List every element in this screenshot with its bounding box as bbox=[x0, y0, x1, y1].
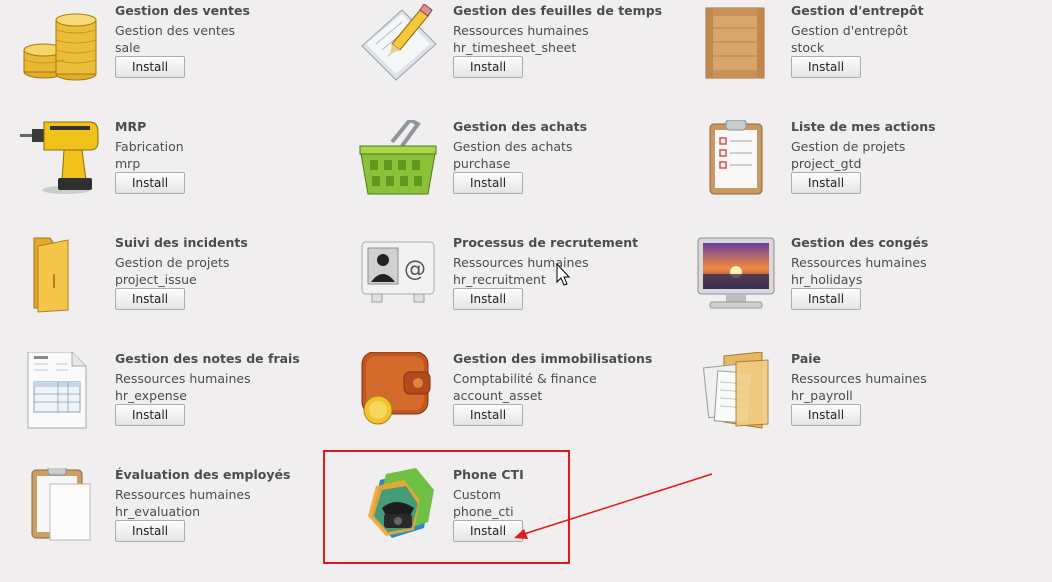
module-card-stock: Gestion d'entrepôt Gestion d'entrepôt st… bbox=[705, 3, 1036, 104]
module-title: Gestion des feuilles de temps bbox=[453, 3, 663, 18]
module-card-project-gtd: Liste de mes actions Gestion de projets … bbox=[706, 119, 1036, 220]
module-technical-name: hr_evaluation bbox=[115, 504, 201, 519]
invoice-document-icon bbox=[27, 352, 87, 429]
module-card-hr-timesheet-sheet: Gestion des feuilles de temps Ressources… bbox=[361, 3, 698, 104]
module-card-hr-recruitment: @ Processus de recrutement Ressources hu… bbox=[361, 235, 698, 336]
contact-card-icon: @ bbox=[361, 241, 435, 303]
module-technical-name: account_asset bbox=[453, 388, 543, 403]
module-title: Processus de recrutement bbox=[453, 235, 639, 250]
module-card-account-asset: Gestion des immobilisations Comptabilité… bbox=[361, 351, 698, 452]
module-category: Gestion d'entrepôt bbox=[791, 23, 908, 38]
coins-stack-icon bbox=[23, 13, 97, 81]
install-button[interactable]: Install bbox=[115, 288, 185, 310]
module-card-hr-payroll: Paie Ressources humaines hr_payroll Inst… bbox=[702, 351, 1036, 452]
module-title: Évaluation des employés bbox=[115, 467, 291, 482]
module-technical-name: sale bbox=[115, 40, 141, 55]
module-category: Gestion des achats bbox=[453, 139, 573, 154]
module-category: Ressources humaines bbox=[791, 371, 927, 386]
install-button[interactable]: Install bbox=[115, 172, 185, 194]
module-technical-name: project_gtd bbox=[791, 156, 862, 171]
module-category: Comptabilité & finance bbox=[453, 371, 597, 386]
install-button[interactable]: Install bbox=[791, 56, 861, 78]
install-button[interactable]: Install bbox=[453, 288, 523, 310]
module-title: Gestion des immobilisations bbox=[453, 351, 653, 366]
install-button[interactable]: Install bbox=[453, 172, 523, 194]
module-technical-name: mrp bbox=[115, 156, 141, 171]
module-title: Gestion des ventes bbox=[115, 3, 250, 18]
power-drill-icon bbox=[20, 121, 99, 194]
module-title: Gestion des achats bbox=[453, 119, 588, 134]
module-category: Gestion de projets bbox=[791, 139, 906, 154]
wallet-coin-icon bbox=[361, 352, 431, 425]
module-card-sale: Gestion des ventes Gestion des ventes sa… bbox=[23, 3, 360, 104]
module-technical-name: stock bbox=[791, 40, 825, 55]
module-card-hr-expense: Gestion des notes de frais Ressources hu… bbox=[27, 351, 360, 452]
folder-icon bbox=[33, 237, 69, 313]
install-button[interactable]: Install bbox=[791, 404, 861, 426]
module-category: Gestion de projets bbox=[115, 255, 230, 270]
documents-folder-icon bbox=[702, 352, 769, 429]
module-title: MRP bbox=[115, 119, 147, 134]
timesheet-pencil-icon bbox=[361, 4, 437, 81]
clipboard-list-icon bbox=[709, 120, 763, 195]
module-category: Fabrication bbox=[115, 139, 184, 154]
module-category: Ressources humaines bbox=[453, 23, 589, 38]
module-technical-name: hr_holidays bbox=[791, 272, 863, 287]
install-button[interactable]: Install bbox=[453, 56, 523, 78]
module-card-project-issue: Suivi des incidents Gestion de projets p… bbox=[30, 235, 360, 336]
module-category: Ressources humaines bbox=[115, 487, 251, 502]
module-title: Liste de mes actions bbox=[791, 119, 936, 134]
module-category: Gestion des ventes bbox=[115, 23, 236, 38]
install-button[interactable]: Install bbox=[115, 520, 185, 542]
module-card-mrp: MRP Fabrication mrp Install bbox=[20, 119, 360, 220]
module-technical-name: hr_payroll bbox=[791, 388, 853, 403]
module-technical-name: hr_recruitment bbox=[453, 272, 546, 287]
sunset-monitor-icon bbox=[697, 237, 775, 309]
module-card-hr-holidays: Gestion des congés Ressources humaines h… bbox=[697, 235, 1036, 336]
module-category: Ressources humaines bbox=[453, 255, 589, 270]
highlight-box bbox=[323, 450, 570, 564]
install-button[interactable]: Install bbox=[115, 404, 185, 426]
module-technical-name: project_issue bbox=[115, 272, 197, 287]
module-card-purchase: Gestion des achats Gestion des achats pu… bbox=[359, 119, 698, 220]
module-title: Gestion des congés bbox=[791, 235, 929, 250]
module-category: Ressources humaines bbox=[115, 371, 251, 386]
svg-text:@: @ bbox=[404, 257, 426, 282]
wooden-crate-icon bbox=[705, 7, 765, 79]
install-button[interactable]: Install bbox=[115, 56, 185, 78]
install-button[interactable]: Install bbox=[791, 288, 861, 310]
module-card-hr-evaluation: Évaluation des employés Ressources humai… bbox=[30, 467, 360, 568]
module-technical-name: hr_timesheet_sheet bbox=[453, 40, 577, 55]
clipboard-blank-icon bbox=[31, 468, 91, 541]
module-title: Suivi des incidents bbox=[115, 235, 248, 250]
module-technical-name: purchase bbox=[453, 156, 511, 171]
module-title: Gestion d'entrepôt bbox=[791, 3, 924, 18]
install-button[interactable]: Install bbox=[791, 172, 861, 194]
install-button[interactable]: Install bbox=[453, 404, 523, 426]
module-technical-name: hr_expense bbox=[115, 388, 187, 403]
module-title: Paie bbox=[791, 351, 822, 366]
module-category: Ressources humaines bbox=[791, 255, 927, 270]
module-title: Gestion des notes de frais bbox=[115, 351, 300, 366]
shopping-basket-icon bbox=[359, 120, 437, 195]
